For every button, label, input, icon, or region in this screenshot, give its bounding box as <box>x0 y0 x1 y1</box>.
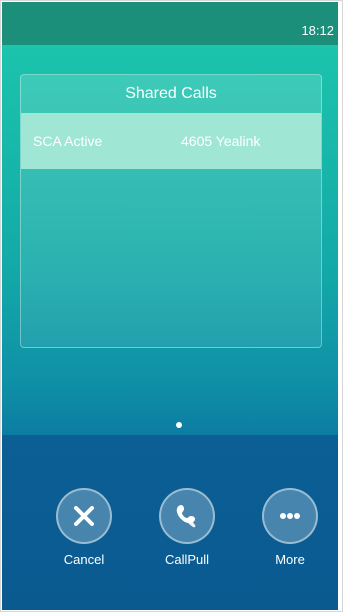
close-icon <box>74 506 94 526</box>
more-button-circle <box>262 488 318 544</box>
callpull-button[interactable]: CallPull <box>153 488 221 584</box>
phone-screen: 18:12 Shared Calls SCA Active 4605 Yeali… <box>2 2 338 610</box>
shared-calls-title: Shared Calls <box>21 75 321 114</box>
shared-call-row[interactable]: SCA Active 4605 Yealink <box>21 113 321 169</box>
page-indicator-dot <box>176 422 182 428</box>
status-time: 18:12 <box>301 23 334 38</box>
more-icon <box>280 513 300 519</box>
status-bar: 18:12 <box>2 2 338 45</box>
cancel-button[interactable]: Cancel <box>50 488 118 584</box>
sca-status: SCA Active <box>33 133 103 149</box>
more-button[interactable]: More <box>256 488 324 584</box>
device-frame: 18:12 Shared Calls SCA Active 4605 Yeali… <box>0 0 343 612</box>
shared-calls-card: Shared Calls SCA Active 4605 Yealink <box>20 74 322 348</box>
call-pull-icon <box>176 505 196 528</box>
callpull-button-circle <box>159 488 215 544</box>
cancel-button-circle <box>56 488 112 544</box>
cancel-label: Cancel <box>63 552 105 567</box>
more-label: More <box>275 552 305 567</box>
sca-line: 4605 Yealink <box>181 133 261 149</box>
callpull-label: CallPull <box>164 552 210 567</box>
